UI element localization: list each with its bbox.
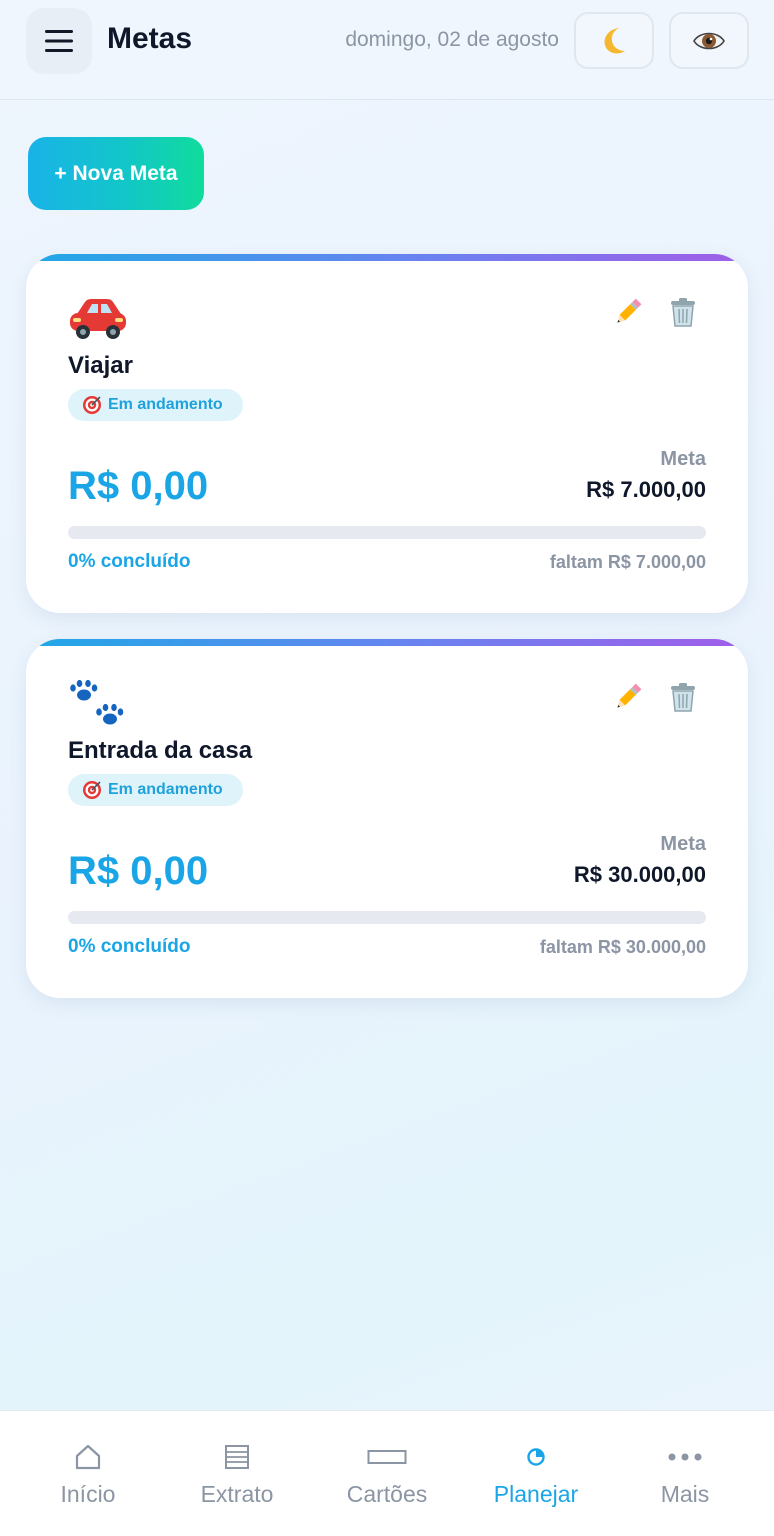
nav-label: Mais xyxy=(660,1481,710,1507)
nav-label: Extrato xyxy=(200,1481,274,1507)
target-amount: R$ 7.000,00 xyxy=(586,477,706,502)
visibility-toggle-button[interactable] xyxy=(669,12,749,69)
status-badge: Em andamento xyxy=(68,774,243,806)
nav-item-inicio[interactable]: Início xyxy=(13,1411,163,1536)
target-amount: R$ 30.000,00 xyxy=(573,862,706,887)
nav-item-planejar[interactable]: Planejar xyxy=(461,1411,611,1536)
eye-icon xyxy=(693,32,725,49)
goal-name: Viajar xyxy=(68,352,133,379)
nav-label: Planejar xyxy=(493,1481,579,1507)
nav-item-extrato[interactable]: Extrato xyxy=(162,1411,312,1536)
paw-prints-icon xyxy=(70,679,124,725)
goal-card: Entrada da casa Em andamento R$ 0,00 Met… xyxy=(26,639,748,998)
progress-percent: 0% concluído xyxy=(68,936,191,957)
more-dots-icon xyxy=(665,1441,705,1473)
saved-amount: R$ 0,00 xyxy=(68,464,209,508)
progress-bar xyxy=(68,911,706,924)
edit-icon[interactable] xyxy=(612,296,644,328)
bottom-navigation: Início Extrato Cartões Planejar Mais xyxy=(0,1410,774,1536)
progress-bar xyxy=(68,526,706,539)
nav-label: Início xyxy=(60,1481,116,1507)
target-icon xyxy=(83,396,101,414)
status-badge: Em andamento xyxy=(68,389,243,421)
goal-name: Entrada da casa xyxy=(68,737,253,764)
pie-chart-icon xyxy=(520,1441,552,1473)
card-icon xyxy=(366,1441,408,1473)
current-date: domingo, 02 de agosto xyxy=(345,28,559,51)
new-goal-button[interactable]: + Nova Meta xyxy=(28,137,204,210)
target-label: Meta xyxy=(660,448,706,470)
status-label: Em andamento xyxy=(108,781,223,798)
progress-percent: 0% concluído xyxy=(68,551,191,572)
edit-icon[interactable] xyxy=(612,681,644,713)
status-label: Em andamento xyxy=(108,396,223,413)
home-icon xyxy=(72,1441,104,1473)
trash-icon[interactable] xyxy=(668,681,698,713)
list-icon xyxy=(221,1441,253,1473)
trash-icon[interactable] xyxy=(668,296,698,328)
target-icon xyxy=(83,781,101,799)
remaining-amount: faltam R$ 30.000,00 xyxy=(539,937,706,957)
hamburger-menu-icon xyxy=(45,30,73,52)
nav-label: Cartões xyxy=(346,1481,428,1507)
crescent-moon-icon xyxy=(604,27,625,53)
saved-amount: R$ 0,00 xyxy=(68,849,209,893)
red-car-icon xyxy=(70,299,126,339)
goal-card: Viajar Em andamento R$ 0,00 Meta R$ 7.00… xyxy=(26,254,748,613)
remaining-amount: faltam R$ 7.000,00 xyxy=(549,552,706,572)
page-title: Metas xyxy=(107,22,193,55)
nav-item-mais[interactable]: Mais xyxy=(610,1411,760,1536)
menu-button[interactable] xyxy=(26,8,92,74)
theme-toggle-button[interactable] xyxy=(574,12,654,69)
target-label: Meta xyxy=(660,833,706,855)
top-header: Metas domingo, 02 de agosto xyxy=(0,0,774,100)
nav-item-cartoes[interactable]: Cartões xyxy=(312,1411,462,1536)
